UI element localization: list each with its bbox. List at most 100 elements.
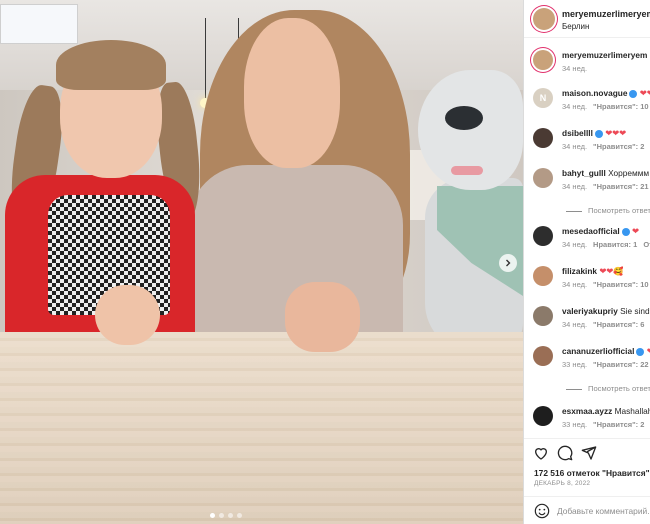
comment-text-line: esxmaa.ayzz Mashallah xyxy=(562,406,650,416)
carousel-dot xyxy=(237,513,242,518)
comment-row: mesedaofficial ❤ 34 нед. Нравится: 1 Ответ xyxy=(524,224,650,260)
carousel-dot xyxy=(210,513,215,518)
comment-text-line: valeriyakupriy Sie sind v xyxy=(562,306,650,316)
emoji-icon[interactable] xyxy=(534,503,550,519)
comment-body: ❤❤🥰 xyxy=(599,266,624,276)
commenter-username[interactable]: cananuzerliofficial xyxy=(562,346,634,356)
comment-likes[interactable]: "Нравится": 6 xyxy=(593,320,644,329)
view-replies-link[interactable]: Посмотреть ответ xyxy=(566,384,650,393)
comment-likes[interactable]: "Нравится": 2 xyxy=(593,420,644,429)
comment-body: ❤❤❤ xyxy=(605,128,627,138)
caption-row: meryemuzerlimeryem 34 нед. xyxy=(524,48,650,84)
comment-meta: 33 нед."Нравится": 2Ответ xyxy=(562,420,650,429)
comment-time: 34 нед. xyxy=(562,320,588,329)
commenter-username[interactable]: filizakink xyxy=(562,266,597,276)
comment-row: cananuzerliofficial ❤ 33 нед. "Нравится": … xyxy=(524,344,650,380)
comment-time: 33 нед. xyxy=(562,420,588,429)
heart-icon[interactable] xyxy=(533,445,549,461)
comment-time: 34 нед. xyxy=(562,142,588,151)
comment-body: Хорреммм xyxy=(608,168,650,178)
commenter-username[interactable]: bahyt_gulll xyxy=(562,168,606,178)
comment-meta: 34 нед."Нравится": 21Ответ xyxy=(562,182,650,191)
post-sidebar: meryemuzerlimeryem Берлин meryemuzerlime… xyxy=(523,0,650,524)
comment-likes[interactable]: "Нравится": 21 xyxy=(593,182,649,191)
commenter-username[interactable]: mesedaofficial xyxy=(562,226,620,236)
toy-mouth xyxy=(451,166,483,175)
comment-likes[interactable]: Нравится: 1 xyxy=(593,240,637,249)
commenter-avatar[interactable]: N xyxy=(533,88,553,108)
share-icon[interactable] xyxy=(581,445,597,461)
comment-input[interactable] xyxy=(557,503,650,519)
comment-time: 34 нед. xyxy=(562,102,588,111)
comment-text-line: cananuzerliofficial ❤ xyxy=(562,346,650,356)
author-avatar[interactable] xyxy=(533,8,555,30)
comment-row: dsibellll ❤❤❤34 нед."Нравится": 2Ответ xyxy=(524,126,650,162)
skylight xyxy=(0,4,78,44)
view-replies-link[interactable]: Посмотреть ответ xyxy=(566,206,650,215)
comment-row: filizakink ❤❤🥰34 нед."Нравится": 10Ответ xyxy=(524,264,650,300)
comment-text-line: dsibellll ❤❤❤ xyxy=(562,128,626,138)
commenter-avatar[interactable] xyxy=(533,406,553,426)
caption-username[interactable]: meryemuzerlimeryem xyxy=(562,50,647,60)
verified-badge-icon xyxy=(636,347,645,356)
woman-hands xyxy=(285,282,360,352)
action-bar xyxy=(524,438,650,464)
comment-meta: 33 нед."Нравится": 22Ответ xyxy=(562,360,650,369)
commenter-avatar[interactable] xyxy=(533,306,553,326)
carousel-dot xyxy=(219,513,224,518)
next-image-button[interactable] xyxy=(499,254,517,272)
commenter-avatar[interactable] xyxy=(533,226,553,246)
comment-icon[interactable] xyxy=(557,445,573,461)
comment-meta: 34 нед."Нравится": 10Ответ xyxy=(562,280,650,289)
comment-time: 34 нед. xyxy=(562,280,588,289)
comment-body: Sie sind v xyxy=(620,306,650,316)
commenter-avatar[interactable] xyxy=(533,128,553,148)
comment-row: valeriyakupriy Sie sind v 34 нед. "Нравитс… xyxy=(524,304,650,340)
comment-body: ❤❤ xyxy=(639,88,650,98)
commenter-avatar[interactable] xyxy=(533,346,553,366)
comment-meta: 34 нед."Нравится": 6Ответ xyxy=(562,320,650,329)
comment-likes[interactable]: "Нравится": 10 xyxy=(593,280,649,289)
post-header: meryemuzerlimeryem Берлин xyxy=(524,0,650,38)
post-photo[interactable] xyxy=(0,0,523,524)
comment-text-line: mesedaofficial ❤ xyxy=(562,226,639,236)
add-comment-bar xyxy=(524,496,650,524)
carousel-dot xyxy=(228,513,233,518)
chevron-right-icon xyxy=(506,259,511,267)
comment-meta: 34 нед."Нравится": 10Ответ xyxy=(562,102,650,111)
comment-text-line: maison.novague ❤❤ xyxy=(562,88,650,98)
commenter-username[interactable]: valeriyakupriy xyxy=(562,306,618,316)
reply-button[interactable]: Ответ xyxy=(643,240,650,249)
comment-text-line: bahyt_gulll Хорреммм xyxy=(562,168,649,178)
comment-time: 33 нед. xyxy=(562,360,588,369)
verified-badge-icon xyxy=(621,227,630,236)
comment-row: Nmaison.novague ❤❤34 нед."Нравится": 10О… xyxy=(524,86,650,122)
comment-row: bahyt_gulll Хорреммм 34 нед. "Нравится": 2… xyxy=(524,166,650,202)
caption-time: 34 нед. xyxy=(562,64,588,73)
comment-meta: 34 нед."Нравится": 2Ответ xyxy=(562,142,650,151)
wooden-table xyxy=(0,332,523,524)
comment-likes[interactable]: "Нравится": 10 xyxy=(593,102,649,111)
commenter-username[interactable]: esxmaa.ayzz xyxy=(562,406,612,416)
commenter-username[interactable]: dsibellll xyxy=(562,128,593,138)
toy-nose xyxy=(445,106,483,130)
comment-text-line: filizakink ❤❤🥰 xyxy=(562,266,624,277)
verified-badge-icon xyxy=(594,129,603,138)
girl-hair xyxy=(56,40,166,90)
woman-face xyxy=(244,18,340,168)
commenter-avatar[interactable] xyxy=(533,266,553,286)
commenter-username[interactable]: maison.novague xyxy=(562,88,627,98)
author-avatar[interactable] xyxy=(533,50,553,70)
commenter-avatar[interactable] xyxy=(533,168,553,188)
author-username[interactable]: meryemuzerlimeryem xyxy=(562,9,650,19)
post-location[interactable]: Берлин xyxy=(562,22,589,31)
likes-count[interactable]: 172 516 отметок "Нравится" xyxy=(534,468,650,478)
comment-row: esxmaa.ayzz Mashallah 33 нед. "Нравится": … xyxy=(524,404,650,440)
girl-hands xyxy=(95,285,160,345)
comment-body: ❤ xyxy=(631,226,639,236)
lamp-wire xyxy=(205,18,206,98)
comment-time: 34 нед. xyxy=(562,240,588,249)
verified-badge-icon xyxy=(629,89,638,98)
comment-likes[interactable]: "Нравится": 22 xyxy=(593,360,649,369)
comment-likes[interactable]: "Нравится": 2 xyxy=(593,142,644,151)
